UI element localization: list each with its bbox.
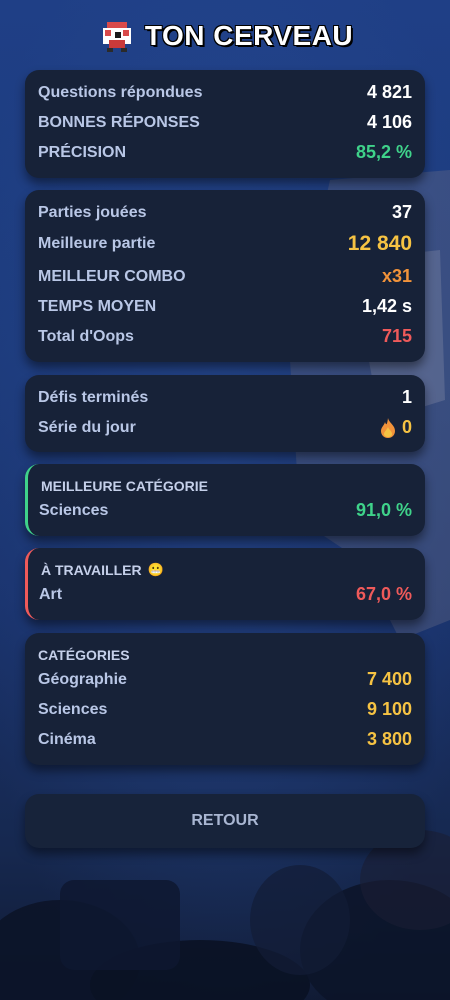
category-label: Sciences: [38, 700, 108, 718]
stat-value: 85,2 %: [355, 142, 412, 162]
stat-value: 4 821: [366, 82, 412, 102]
stat-label: Art: [39, 585, 63, 603]
games-stats-card: Parties jouées 37 Meilleure partie 12 84…: [25, 190, 425, 362]
stat-value: 37: [391, 202, 412, 222]
challenges-card: Défis terminés 1 Série du jour 0: [25, 375, 425, 452]
stat-row: TEMPS MOYEN 1,42 s: [38, 296, 412, 317]
stat-value: 67,0 %: [355, 584, 412, 604]
streak-value-group: 0: [380, 417, 412, 438]
stat-label: MEILLEUR COMBO: [38, 267, 186, 285]
category-value: 9 100: [366, 699, 412, 719]
stat-value: 1: [401, 387, 412, 407]
category-label: Cinéma: [38, 730, 96, 748]
stat-label: BONNES RÉPONSES: [38, 113, 200, 131]
stat-label: Série du jour: [38, 418, 136, 436]
to-work-card: À TRAVAILLER 😬 Art 67,0 %: [25, 548, 425, 620]
stat-value: 715: [381, 326, 412, 346]
stat-value: x31: [381, 266, 412, 286]
pixel-brain-icon: [102, 22, 131, 52]
category-label: Géographie: [38, 670, 127, 688]
card-heading-group: À TRAVAILLER 😬: [41, 562, 164, 578]
stat-value: 4 106: [366, 112, 412, 132]
stat-row: Parties jouées 37: [38, 202, 412, 223]
card-heading: À TRAVAILLER: [41, 562, 142, 578]
category-row: Cinéma 3 800: [38, 729, 412, 750]
category-row: Géographie 7 400: [38, 669, 412, 690]
card-heading: CATÉGORIES: [38, 647, 130, 663]
stat-label: Sciences: [39, 501, 109, 519]
stat-value: 12 840: [347, 232, 412, 255]
category-value: 7 400: [366, 669, 412, 689]
categories-card: CATÉGORIES Géographie 7 400 Sciences 9 1…: [25, 633, 425, 765]
stat-row: Meilleure partie 12 840: [38, 232, 412, 256]
stat-label: TEMPS MOYEN: [38, 297, 157, 315]
answers-stats-card: Questions répondues 4 821 BONNES RÉPONSE…: [25, 70, 425, 178]
stat-row: Défis terminés 1: [38, 387, 412, 408]
stat-label: Parties jouées: [38, 203, 147, 221]
stat-label: Questions répondues: [38, 83, 203, 101]
page-header: TON CERVEAU: [0, 16, 450, 56]
stat-row: Questions répondues 4 821: [38, 82, 412, 103]
stat-label: Total d'Oops: [38, 327, 134, 345]
stat-label: Meilleure partie: [38, 235, 156, 252]
stat-value: 0: [401, 417, 412, 437]
stat-label: PRÉCISION: [38, 143, 127, 161]
stat-value: 1,42 s: [361, 296, 412, 316]
page-title: TON CERVEAU: [144, 20, 354, 51]
stat-row: Total d'Oops 715: [38, 326, 412, 347]
best-category-card: MEILLEURE CATÉGORIE Sciences 91,0 %: [25, 464, 425, 536]
stat-label: Défis terminés: [38, 388, 149, 406]
stat-row: PRÉCISION 85,2 %: [38, 142, 412, 163]
category-row: Sciences 9 100: [38, 699, 412, 720]
stat-row: BONNES RÉPONSES 4 106: [38, 112, 412, 133]
card-heading: MEILLEURE CATÉGORIE: [41, 478, 208, 494]
category-value: 3 800: [366, 729, 412, 749]
stat-value: 91,0 %: [355, 500, 412, 520]
stat-row: MEILLEUR COMBO x31: [38, 266, 412, 287]
grimace-emoji-icon: 😬: [147, 562, 164, 577]
back-button[interactable]: RETOUR: [25, 794, 425, 848]
stat-row: Sciences 91,0 %: [39, 500, 412, 521]
flame-icon: [380, 417, 395, 438]
stat-row: Art 67,0 %: [39, 584, 412, 605]
stat-row: Série du jour 0: [38, 417, 412, 438]
